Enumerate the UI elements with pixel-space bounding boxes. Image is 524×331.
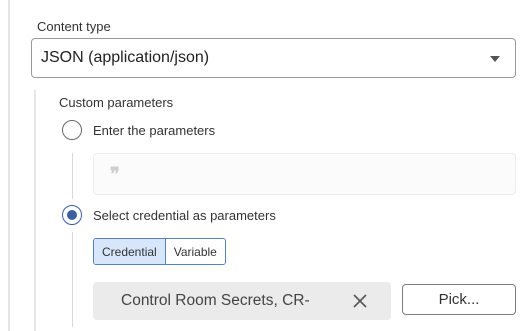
- option-rail: [72, 153, 73, 199]
- pick-button[interactable]: Pick...: [402, 284, 516, 315]
- custom-parameters-label: Custom parameters: [59, 95, 174, 110]
- content-type-label: Content type: [37, 19, 111, 34]
- enter-parameters-label[interactable]: Enter the parameters: [93, 123, 215, 138]
- quote-icon: ❞: [110, 164, 120, 185]
- select-credential-radio[interactable]: [62, 205, 82, 225]
- credential-field[interactable]: Control Room Secrets, CR-: [93, 282, 391, 320]
- credential-variable-toggle: Credential Variable: [93, 238, 226, 265]
- radio-selected-dot: [66, 209, 77, 220]
- tab-variable[interactable]: Variable: [165, 239, 225, 264]
- custom-parameters-rail: [34, 90, 36, 331]
- content-type-value: JSON (application/json): [41, 49, 210, 66]
- option-rail: [72, 232, 73, 327]
- parameters-input[interactable]: ❞: [93, 153, 516, 195]
- content-type-panel: Content type JSON (application/json) Cus…: [0, 0, 524, 331]
- enter-parameters-radio[interactable]: [62, 120, 82, 140]
- section-rail: [8, 0, 10, 331]
- credential-value: Control Room Secrets, CR-: [121, 292, 310, 309]
- select-credential-label[interactable]: Select credential as parameters: [93, 208, 276, 223]
- content-type-select[interactable]: JSON (application/json): [31, 38, 516, 78]
- tab-credential[interactable]: Credential: [94, 239, 166, 264]
- close-icon[interactable]: [350, 291, 370, 311]
- chevron-down-icon[interactable]: [490, 56, 500, 62]
